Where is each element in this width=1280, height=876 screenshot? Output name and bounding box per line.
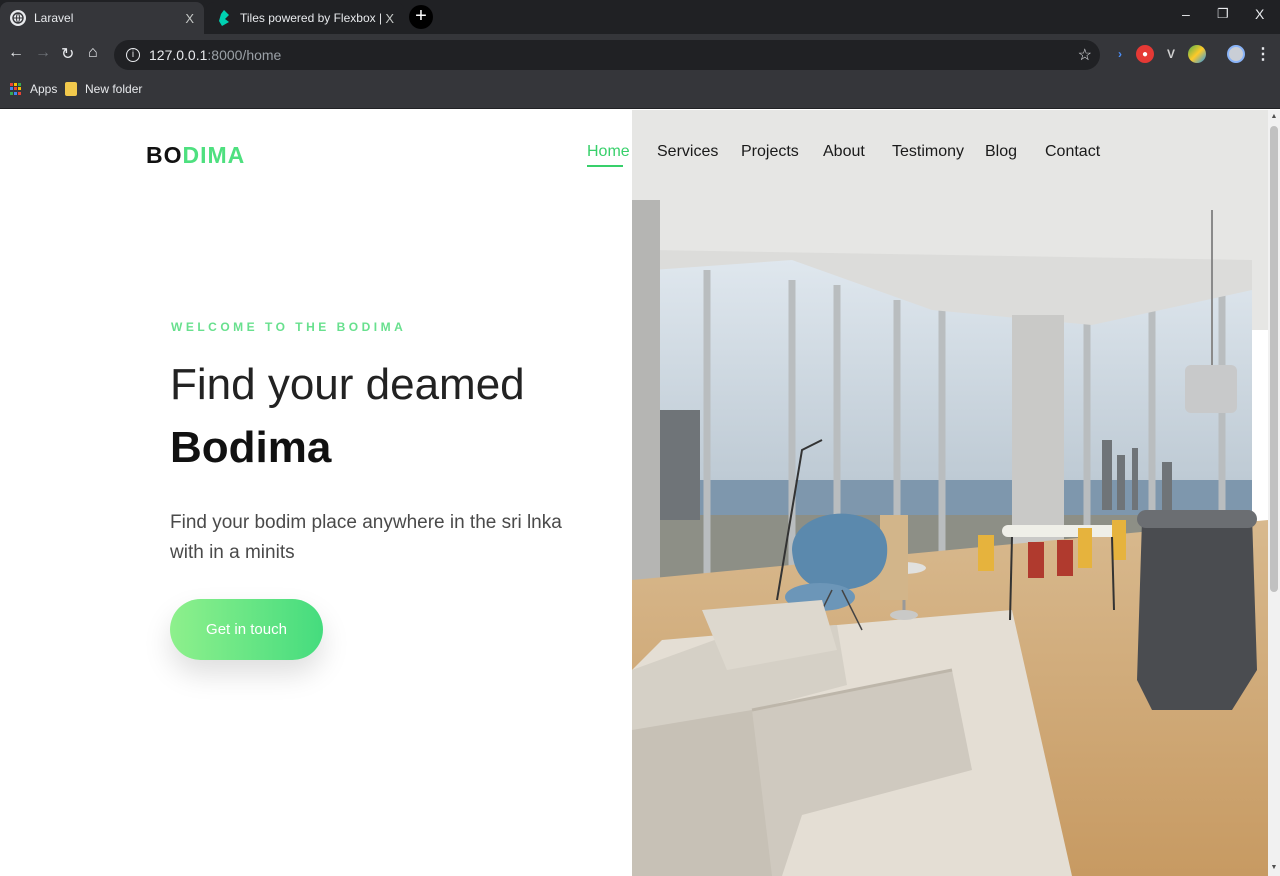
- hero-eyebrow: WELCOME TO THE BODIMA: [171, 320, 407, 334]
- adblock-extension-icon[interactable]: ●: [1136, 45, 1154, 63]
- hero-image: [632, 110, 1268, 876]
- address-bar[interactable]: i 127.0.0.1:8000/home ☆: [114, 40, 1100, 70]
- bookmarks-bar: Apps New folder: [0, 76, 1280, 109]
- scroll-down-icon[interactable]: ▼: [1270, 864, 1278, 871]
- bulma-icon: [216, 10, 232, 26]
- nav-home[interactable]: Home: [587, 143, 630, 161]
- nav-blog[interactable]: Blog: [985, 143, 1017, 161]
- page-viewport: BODIMA Home Services Projects About Test…: [0, 110, 1268, 876]
- url-path: :8000/home: [207, 47, 282, 63]
- tab-laravel[interactable]: Laravel X: [0, 2, 204, 34]
- apps-grid-icon: [10, 83, 22, 95]
- logo-part-1: BO: [146, 142, 183, 168]
- scrollbar-thumb[interactable]: [1270, 126, 1278, 592]
- color-extension-icon[interactable]: [1188, 45, 1206, 63]
- nav-testimony[interactable]: Testimony: [892, 143, 964, 161]
- hero-description: Find your bodim place anywhere in the sr…: [170, 512, 562, 563]
- info-icon[interactable]: i: [126, 48, 140, 62]
- reload-icon[interactable]: ↻: [61, 44, 74, 64]
- bookmark-star-icon[interactable]: ☆: [1078, 45, 1092, 65]
- nav-active-indicator: [587, 165, 623, 167]
- nav-about[interactable]: About: [823, 143, 865, 161]
- tab-bulma[interactable]: Tiles powered by Flexbox | Bulma X: [206, 2, 404, 34]
- site-logo[interactable]: BODIMA: [146, 142, 245, 169]
- scroll-up-icon[interactable]: ▲: [1270, 113, 1278, 120]
- page-scrollbar[interactable]: ▲ ▼: [1268, 110, 1280, 876]
- bookmark-label: Apps: [30, 82, 58, 96]
- back-icon[interactable]: ←: [8, 44, 24, 62]
- minimize-icon[interactable]: –: [1182, 6, 1190, 22]
- logo-part-2: DIMA: [182, 142, 246, 168]
- close-tab-icon[interactable]: X: [185, 11, 194, 26]
- v-extension-icon[interactable]: V: [1162, 45, 1180, 63]
- bookmark-label: New folder: [85, 82, 143, 96]
- tab-strip: Laravel X Tiles powered by Flexbox | Bul…: [0, 0, 1280, 34]
- extension-arrow-icon[interactable]: ›: [1111, 45, 1129, 63]
- get-in-touch-button[interactable]: Get in touch: [170, 599, 323, 660]
- url-host: 127.0.0.1: [149, 47, 208, 63]
- globe-icon: [10, 10, 26, 26]
- forward-icon[interactable]: →: [35, 44, 51, 62]
- bookmark-apps[interactable]: Apps: [10, 82, 57, 96]
- nav-contact[interactable]: Contact: [1045, 143, 1100, 161]
- hero-title-line-2: Bodima: [170, 423, 332, 472]
- browser-toolbar: ← → ↻ ⌂ i 127.0.0.1:8000/home ☆ › ● V ⋮: [0, 34, 1280, 76]
- close-window-icon[interactable]: X: [1255, 6, 1264, 22]
- hero-title-line-1: Find your deamed: [170, 360, 525, 409]
- restore-icon[interactable]: ❐: [1217, 6, 1229, 22]
- home-icon[interactable]: ⌂: [88, 44, 98, 62]
- bookmark-new-folder[interactable]: New folder: [65, 82, 142, 96]
- tab-title: Tiles powered by Flexbox | Bulma: [240, 11, 382, 25]
- nav-services[interactable]: Services: [657, 143, 718, 161]
- close-tab-icon[interactable]: X: [385, 11, 394, 26]
- avatar[interactable]: [1227, 45, 1245, 63]
- nav-projects[interactable]: Projects: [741, 143, 799, 161]
- folder-icon: [65, 82, 77, 96]
- tab-title: Laravel: [34, 11, 74, 25]
- new-tab-button[interactable]: +: [409, 5, 433, 29]
- menu-icon[interactable]: ⋮: [1254, 45, 1272, 63]
